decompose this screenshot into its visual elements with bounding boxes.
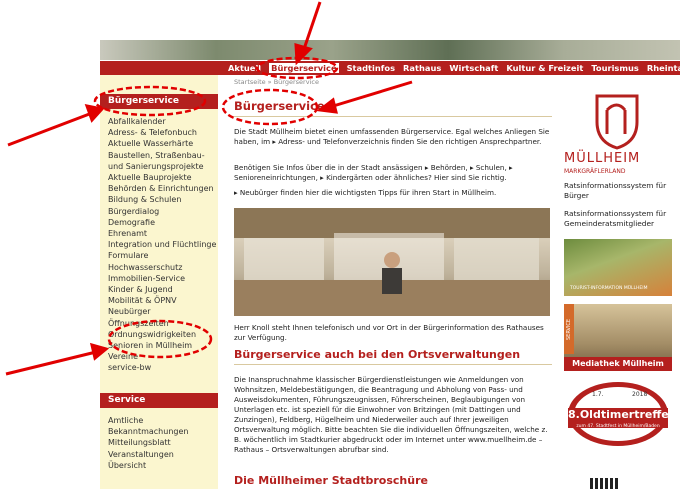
- arrow-ordnung: [5, 350, 97, 376]
- annotation-overlay: [5, 1, 413, 376]
- arrow-nav: [301, 1, 322, 53]
- highlight-title-ellipse: [221, 88, 319, 126]
- highlight-sidebar-ellipse: [93, 85, 207, 117]
- highlight-ordnungswidrigkeiten-ellipse: [107, 319, 213, 359]
- arrow-sidebar: [7, 111, 93, 147]
- arrow-title: [329, 80, 413, 109]
